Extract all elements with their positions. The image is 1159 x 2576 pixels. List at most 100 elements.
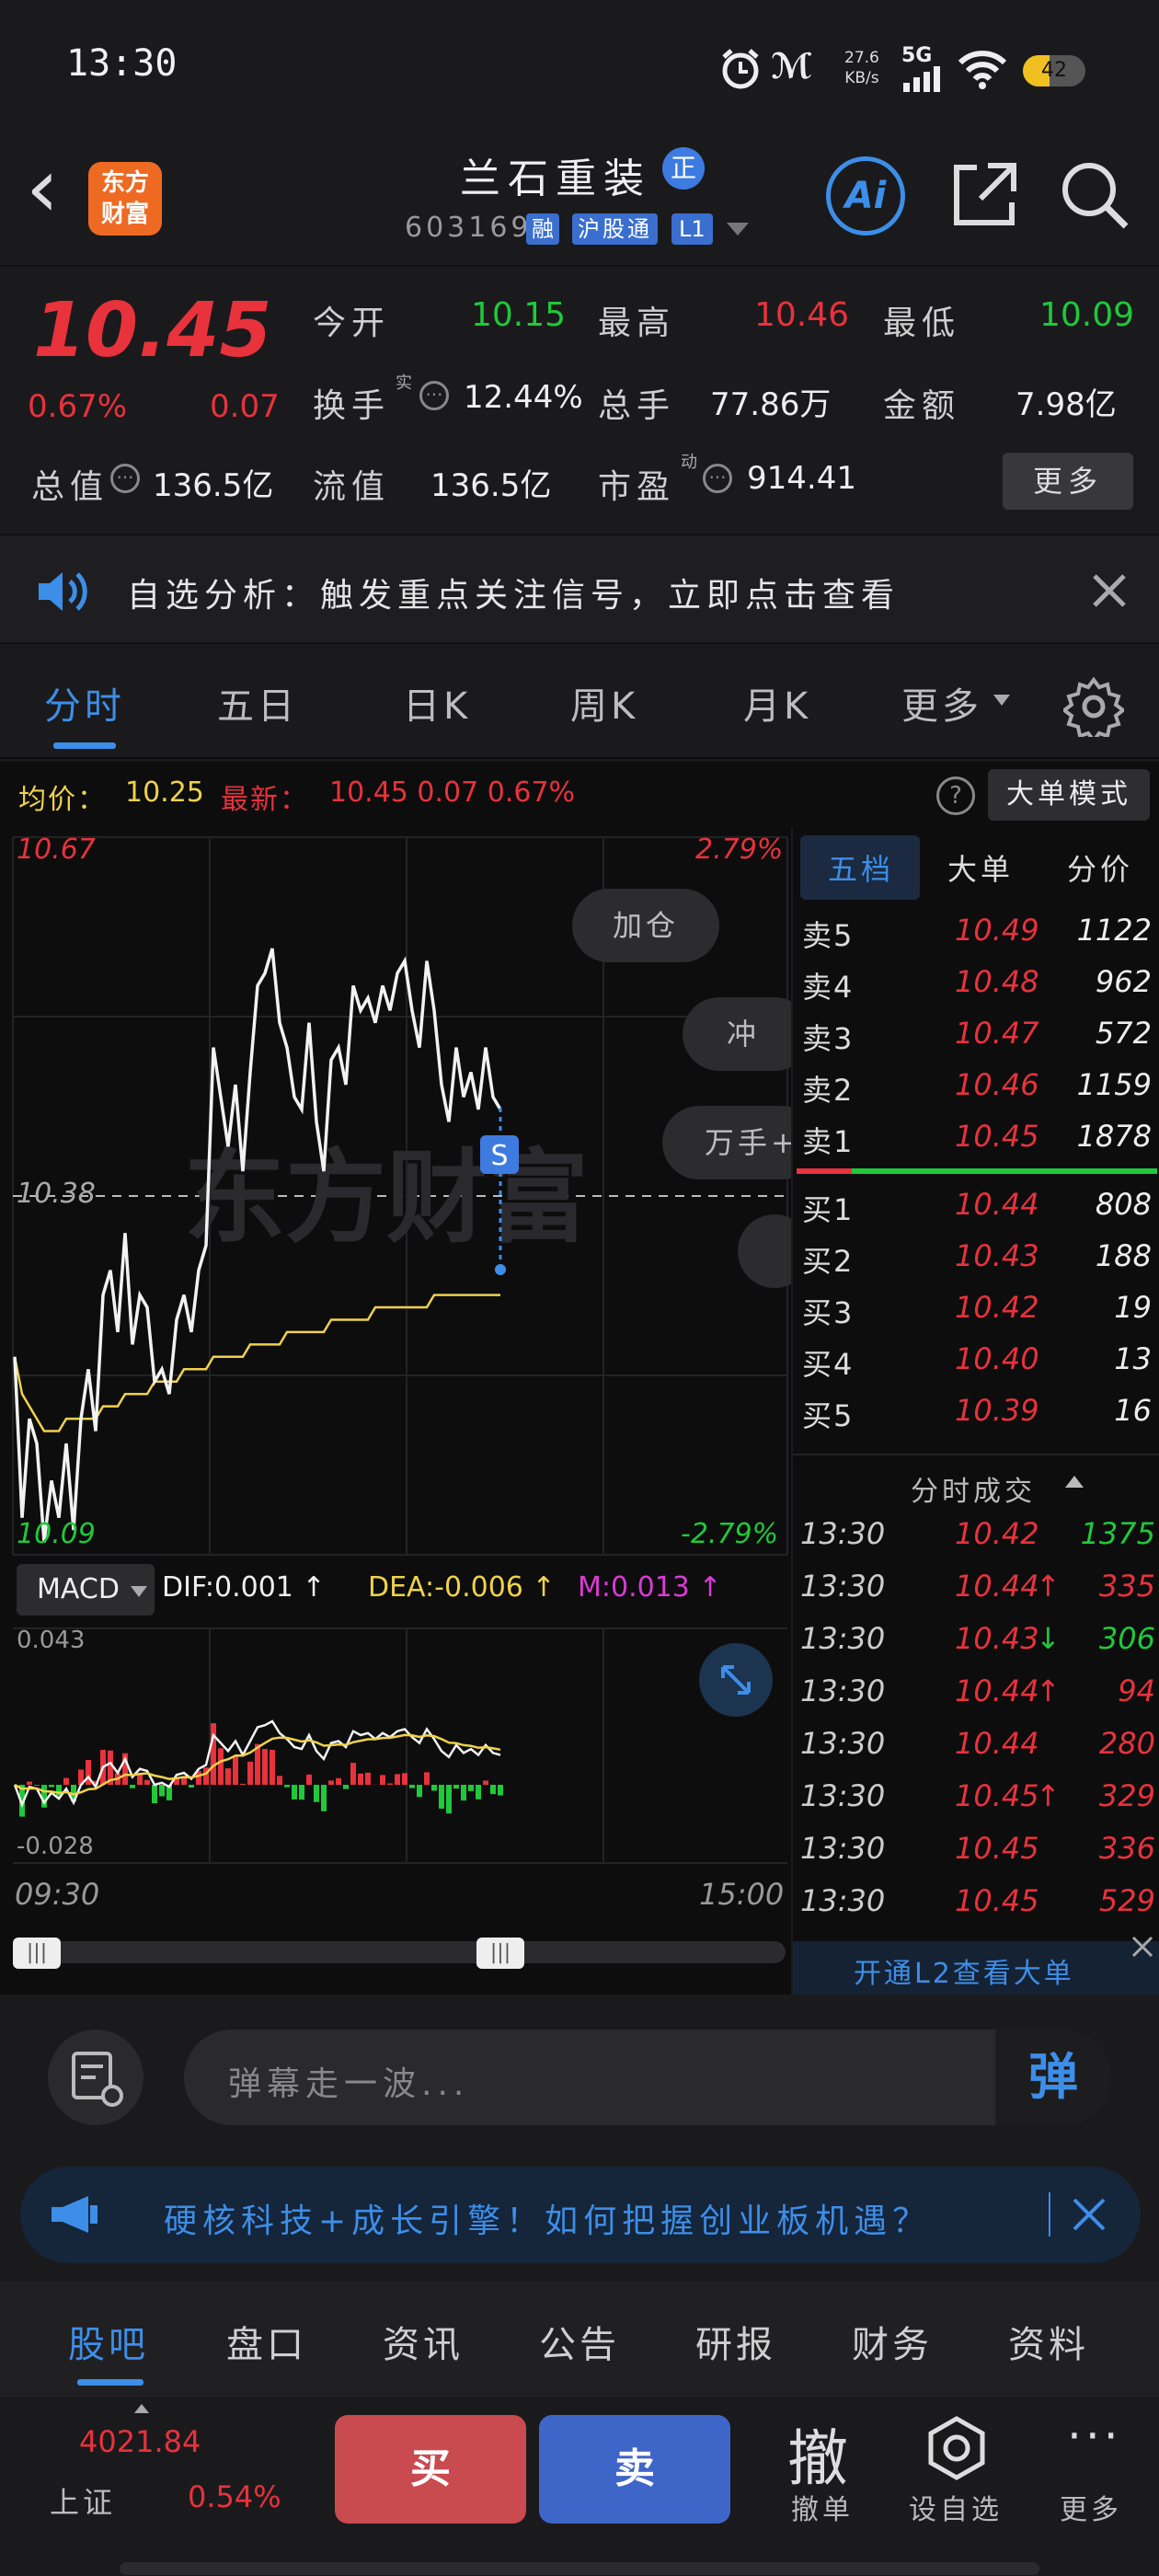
tick-volume: 329 — [1098, 1778, 1155, 1813]
danmu-settings-icon[interactable] — [48, 2030, 143, 2125]
more-button[interactable]: 更多 — [1003, 453, 1133, 510]
more-dots-icon[interactable]: ··· — [1067, 2409, 1122, 2463]
close-icon[interactable] — [1071, 2196, 1107, 2233]
tab-five-day[interactable]: 五日 — [217, 676, 298, 730]
close-icon[interactable] — [1128, 1932, 1157, 1961]
ad-banner[interactable]: 硬核科技+成长引擎！如何把握创业板机遇？ — [20, 2167, 1141, 2263]
ask-price: 10.47 — [955, 1016, 1039, 1051]
index-value[interactable]: 4021.84 — [79, 2424, 201, 2459]
tag-l1: L1 — [671, 213, 713, 245]
info-dots-icon[interactable]: ··· — [110, 464, 140, 493]
tab-research[interactable]: 研报 — [695, 2315, 776, 2368]
bid-label: 买2 — [802, 1244, 855, 1279]
y-bottom-pct: -2.79% — [681, 1518, 779, 1550]
tab-month-k[interactable]: 月K — [743, 676, 811, 730]
intraday-chart[interactable]: 东方财富 S 10.67 2.79% 10.38 10.09 -2.79% 加仓… — [0, 828, 819, 1995]
range-handle-left[interactable]: ||| — [13, 1938, 61, 1969]
macd-bar — [63, 1777, 69, 1785]
ai-button[interactable]: Ai — [826, 156, 905, 236]
watchlist-icon[interactable] — [922, 2413, 992, 2483]
chevron-down-icon[interactable] — [727, 223, 749, 236]
add-position-button[interactable]: 加仓 — [572, 889, 719, 962]
stock-code: 603169 — [405, 212, 533, 244]
macd-bar — [328, 1780, 334, 1785]
cancel-order-label[interactable]: 撤单 — [791, 2487, 854, 2527]
tab-week-k[interactable]: 周K — [570, 676, 638, 730]
macd-bar — [387, 1783, 393, 1785]
macd-bar — [27, 1781, 32, 1785]
alert-banner[interactable]: 自选分析：触发重点关注信号，立即点击查看 — [0, 534, 1159, 644]
share-icon[interactable] — [947, 158, 1021, 232]
tab-financials[interactable]: 财务 — [852, 2315, 933, 2368]
sell-button[interactable]: 卖 — [539, 2415, 730, 2524]
active-tab-indicator — [77, 2379, 143, 2386]
buy-button[interactable]: 买 — [335, 2415, 526, 2524]
cancel-order-icon[interactable]: 撤 — [787, 2409, 848, 2498]
gear-icon[interactable] — [1063, 676, 1124, 737]
home-indicator — [120, 2562, 1039, 2575]
tab-fenshi[interactable]: 分时 — [44, 676, 125, 730]
tab-day-k[interactable]: 日K — [403, 676, 471, 730]
banner-text: 自选分析：触发重点关注信号，立即点击查看 — [127, 577, 901, 615]
macd-bar — [240, 1783, 246, 1785]
tab-pankou[interactable]: 盘口 — [226, 2315, 307, 2368]
macd-selector[interactable]: MACD — [17, 1564, 155, 1616]
bid-level-row: 买1 10.44 808 — [793, 1179, 1159, 1231]
danmu-input[interactable]: 弹幕走一波... 弹 — [184, 2030, 1111, 2125]
range-handle-right[interactable]: ||| — [476, 1938, 524, 1969]
chevron-up-icon[interactable] — [134, 2404, 149, 2413]
expand-icon[interactable] — [699, 1643, 773, 1717]
m-value: M:0.013 ↑ — [578, 1571, 722, 1604]
macd-bar — [417, 1785, 422, 1798]
macd-bar — [277, 1776, 282, 1785]
tab-news[interactable]: 资讯 — [383, 2315, 464, 2368]
search-icon[interactable] — [1058, 158, 1131, 232]
back-button[interactable]: ‹ — [26, 147, 59, 230]
chevron-up-icon[interactable] — [1065, 1476, 1084, 1488]
tab-more[interactable]: 更多 — [901, 676, 982, 730]
index-pct[interactable]: 0.54% — [188, 2479, 281, 2514]
amount-value: 7.98亿 — [1016, 386, 1117, 423]
tab-five-level[interactable]: 五档 — [828, 846, 894, 889]
tab-profile[interactable]: 资料 — [1008, 2315, 1089, 2368]
info-dots-icon[interactable]: ··· — [419, 381, 449, 410]
range-slider-track[interactable] — [13, 1941, 786, 1963]
low-value: 10.09 — [1039, 296, 1135, 334]
index-name[interactable]: 上证 — [50, 2479, 116, 2522]
chevron-down-icon[interactable] — [993, 695, 1010, 706]
tab-announcements[interactable]: 公告 — [539, 2315, 620, 2368]
turnover-value: 12.44% — [464, 379, 583, 416]
megaphone-icon — [52, 2196, 98, 2233]
tick-volume: 336 — [1098, 1831, 1155, 1866]
tick-volume: 306 — [1098, 1621, 1155, 1656]
bid-ratio-bar — [852, 1168, 1032, 1174]
bid-volume: 188 — [1095, 1238, 1152, 1273]
tick-volume: 280 — [1098, 1726, 1155, 1761]
help-icon[interactable]: ? — [936, 776, 975, 815]
signal-icon — [903, 66, 940, 92]
ask-label: 卖3 — [802, 1021, 855, 1056]
macd-bar — [159, 1785, 165, 1797]
l2-link[interactable]: 开通L2查看大单 — [854, 1950, 1074, 1991]
macd-bar — [314, 1785, 319, 1802]
macd-bar — [476, 1785, 481, 1800]
signal-marker-dot — [495, 1264, 506, 1275]
watchlist-label[interactable]: 设自选 — [909, 2487, 1003, 2527]
tick-volume: 529 — [1098, 1883, 1155, 1918]
tab-big-order[interactable]: 大单 — [947, 846, 1014, 889]
close-icon[interactable] — [1091, 572, 1128, 609]
tab-guba[interactable]: 股吧 — [68, 2315, 149, 2368]
big-order-mode-button[interactable]: 大单模式 — [988, 769, 1150, 821]
tag-rong: 融 — [526, 213, 559, 245]
chevron-down-icon[interactable] — [131, 1586, 147, 1597]
float-label: 流值 — [313, 468, 391, 506]
danmu-send-button[interactable]: 弹 — [995, 2030, 1111, 2125]
ask-ratio-bar — [797, 1168, 852, 1174]
bid-volume: 808 — [1095, 1187, 1152, 1222]
y-bottom-price: 10.09 — [17, 1518, 96, 1550]
info-dots-icon[interactable]: ··· — [703, 464, 732, 493]
tab-price-dist[interactable]: 分价 — [1067, 846, 1133, 889]
macd-bar — [189, 1785, 194, 1788]
more-label[interactable]: 更多 — [1060, 2487, 1122, 2527]
macd-bar — [49, 1785, 54, 1788]
